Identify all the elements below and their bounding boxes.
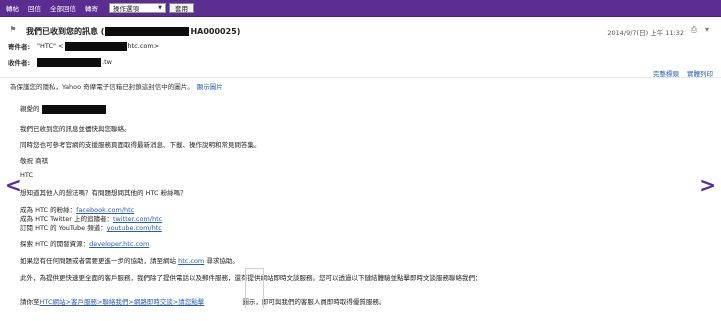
body-paragraph: 我們已收到您的訊息並儘快與您聯絡。 [20, 125, 131, 133]
forward-button[interactable]: 轉寄 [85, 3, 98, 13]
body-paragraph: 想知道其他人的想法嗎？有問題想問其他的 HTC 粉絲嗎？ [20, 189, 187, 197]
image-block-notice: 為保護您的隱私，Yahoo 奇摩電子信箱已封鎖這封信中的圖片。 顯示圖片 [0, 77, 721, 91]
actions-select[interactable]: 操作選項 ▼ [109, 3, 166, 13]
redaction-bar [105, 27, 190, 36]
to-label: 收件者: [8, 59, 31, 67]
next-message-arrow-icon[interactable]: > [699, 175, 716, 195]
reply-sender-button[interactable]: 回信 [28, 3, 41, 13]
youtube-link[interactable]: youtube.com/htc [107, 224, 162, 232]
to-row: 收件者: .tw [8, 57, 112, 67]
apply-button[interactable]: 套用 [169, 3, 194, 13]
redaction-bar [64, 41, 127, 51]
reply-button[interactable]: 轉帖 [6, 3, 19, 13]
subject-row: ⚑ 我們已收到您的訊息 (HA000025) 2014/9/7(日) 上午 11… [0, 24, 721, 38]
instruction-line: 請你至HTC網站>客戶服務>聯絡我們>網路即時交談>請您點擊 圖示，即可與我們的客… [20, 298, 386, 306]
print-icon[interactable]: ⎙ [689, 25, 699, 35]
support-breadcrumb-link[interactable]: HTC網站>客戶服務>聯絡我們>網路即時交談>請您點擊 [40, 298, 205, 306]
actions-select-value: 操作選項 [113, 5, 139, 13]
body-paragraph: HTC [20, 171, 34, 179]
developer-link[interactable]: developer.htc.com [89, 240, 149, 248]
collapse-icon[interactable]: ▾ [702, 25, 712, 35]
from-label: 寄件者: [8, 43, 31, 51]
body-paragraph: 同時您也可參考官網的支援服務頁面取得最新消息、下載、操作說明和常見問答集。 [20, 141, 261, 149]
redaction-bar [41, 104, 106, 114]
show-images-link[interactable]: 顯示圖片 [197, 83, 223, 91]
chevron-down-icon: ▼ [158, 5, 162, 11]
redaction-bar [37, 57, 101, 67]
message-subject: 我們已收到您的訊息 (HA000025) [26, 27, 241, 36]
flag-icon[interactable]: ⚑ [8, 25, 18, 35]
greeting: 親愛的 [20, 103, 106, 114]
body-paragraph: 敬祝 商祺 [20, 157, 49, 165]
developer-line: 探索 HTC 的開發資源：developer.htc.com [20, 240, 150, 248]
youtube-line: 訂閱 HTC 的 YouTube 頻道：youtube.com/htc [20, 224, 162, 232]
message-toolbar: 轉帖 回信 全部回信 轉寄 操作選項 ▼ 套用 [0, 0, 721, 17]
from-value[interactable]: "HTC" < htc.com> [37, 41, 159, 51]
from-row: 寄件者: "HTC" < htc.com> [8, 41, 159, 51]
message-datetime: 2014/9/7(日) 上午 11:32 [607, 29, 684, 37]
to-value[interactable]: .tw [37, 57, 112, 67]
image-block-text: 為保護您的隱私，Yahoo 奇摩電子信箱已封鎖這封信中的圖片。 顯示圖片 [10, 83, 223, 91]
help-line: 如果您有任何問題或者需要更進一步的協助，請至網站 htc.com 尋求協助。 [20, 257, 239, 265]
htc-site-link[interactable]: htc.com [178, 257, 204, 265]
reply-all-button[interactable]: 全部回信 [50, 3, 76, 13]
blocked-image-frame [245, 268, 264, 308]
